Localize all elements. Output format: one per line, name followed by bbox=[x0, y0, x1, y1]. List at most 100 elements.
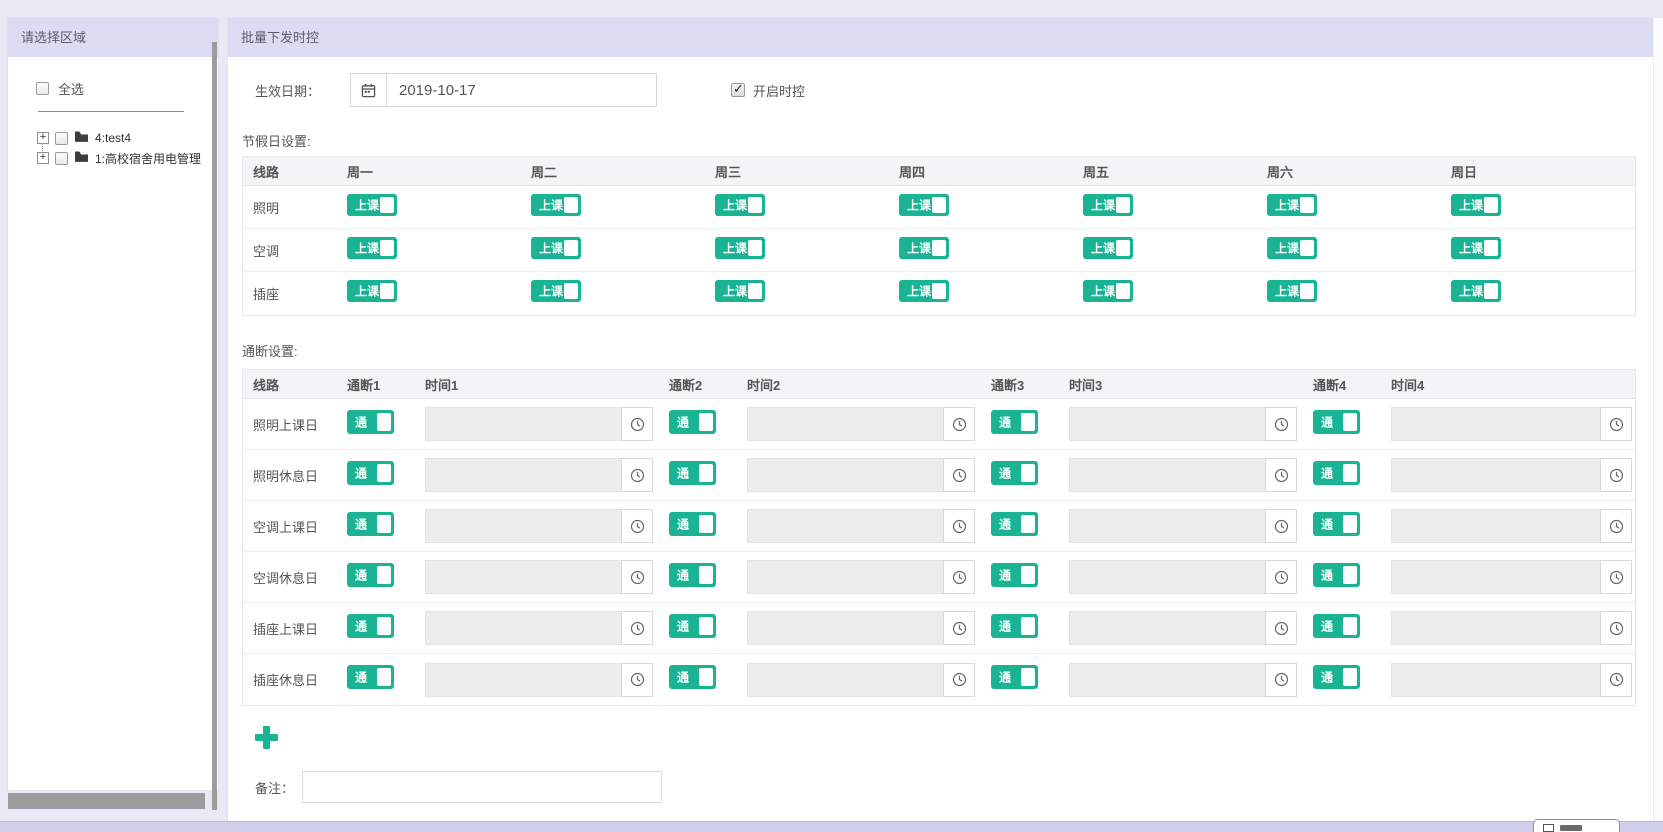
onoff-toggle[interactable]: 通 bbox=[1313, 614, 1360, 638]
onoff-toggle[interactable]: 通 bbox=[1313, 665, 1360, 689]
clock-icon[interactable] bbox=[621, 663, 653, 697]
onoff-toggle[interactable]: 通 bbox=[347, 665, 394, 689]
class-day-toggle[interactable]: 上课 bbox=[899, 280, 949, 302]
enable-time-control[interactable]: 开启时控 bbox=[731, 81, 805, 100]
clock-icon[interactable] bbox=[943, 611, 975, 645]
onoff-toggle[interactable]: 通 bbox=[669, 614, 716, 638]
time-input[interactable] bbox=[747, 458, 943, 492]
time-input[interactable] bbox=[747, 509, 943, 543]
tree-node-checkbox[interactable] bbox=[55, 132, 68, 145]
remark-input[interactable] bbox=[302, 771, 662, 803]
time-input[interactable] bbox=[747, 611, 943, 645]
time-input[interactable] bbox=[1069, 663, 1265, 697]
time-input[interactable] bbox=[1391, 458, 1600, 492]
time-input[interactable] bbox=[425, 458, 621, 492]
onoff-toggle[interactable]: 通 bbox=[991, 563, 1038, 587]
time-input[interactable] bbox=[425, 560, 621, 594]
clock-icon[interactable] bbox=[1600, 663, 1632, 697]
onoff-toggle[interactable]: 通 bbox=[669, 512, 716, 536]
clock-icon[interactable] bbox=[1600, 611, 1632, 645]
time-input[interactable] bbox=[425, 611, 621, 645]
onoff-toggle[interactable]: 通 bbox=[991, 461, 1038, 485]
class-day-toggle[interactable]: 上课 bbox=[531, 194, 581, 216]
clock-icon[interactable] bbox=[943, 509, 975, 543]
class-day-toggle[interactable]: 上课 bbox=[1083, 194, 1133, 216]
onoff-toggle[interactable]: 通 bbox=[991, 665, 1038, 689]
clock-icon[interactable] bbox=[943, 407, 975, 441]
clock-icon[interactable] bbox=[1265, 560, 1297, 594]
onoff-toggle[interactable]: 通 bbox=[669, 410, 716, 434]
class-day-toggle[interactable]: 上课 bbox=[347, 237, 397, 259]
calendar-icon[interactable] bbox=[350, 73, 386, 107]
time-input[interactable] bbox=[747, 560, 943, 594]
onoff-toggle[interactable]: 通 bbox=[1313, 461, 1360, 485]
class-day-toggle[interactable]: 上课 bbox=[1451, 237, 1501, 259]
select-all-checkbox[interactable] bbox=[36, 82, 49, 95]
class-day-toggle[interactable]: 上课 bbox=[1083, 280, 1133, 302]
class-day-toggle[interactable]: 上课 bbox=[1267, 237, 1317, 259]
sidebar-horizontal-scrollbar[interactable] bbox=[8, 793, 205, 809]
clock-icon[interactable] bbox=[943, 663, 975, 697]
time-input[interactable] bbox=[1391, 509, 1600, 543]
class-day-toggle[interactable]: 上课 bbox=[899, 194, 949, 216]
onoff-toggle[interactable]: 通 bbox=[1313, 512, 1360, 536]
clock-icon[interactable] bbox=[621, 458, 653, 492]
onoff-toggle[interactable]: 通 bbox=[991, 512, 1038, 536]
clock-icon[interactable] bbox=[1600, 560, 1632, 594]
time-input[interactable] bbox=[425, 509, 621, 543]
time-input[interactable] bbox=[425, 407, 621, 441]
tree-node-checkbox[interactable] bbox=[55, 152, 68, 165]
clock-icon[interactable] bbox=[1265, 509, 1297, 543]
onoff-toggle[interactable]: 通 bbox=[991, 410, 1038, 434]
clock-icon[interactable] bbox=[621, 611, 653, 645]
bottom-right-cutoff-widget[interactable] bbox=[1533, 819, 1620, 832]
clock-icon[interactable] bbox=[1600, 407, 1632, 441]
time-input[interactable] bbox=[747, 407, 943, 441]
onoff-toggle[interactable]: 通 bbox=[347, 461, 394, 485]
onoff-toggle[interactable]: 通 bbox=[669, 563, 716, 587]
plus-box-icon[interactable]: + bbox=[37, 132, 49, 144]
onoff-toggle[interactable]: 通 bbox=[1313, 410, 1360, 434]
time-input[interactable] bbox=[1069, 560, 1265, 594]
clock-icon[interactable] bbox=[1265, 458, 1297, 492]
class-day-toggle[interactable]: 上课 bbox=[347, 194, 397, 216]
class-day-toggle[interactable]: 上课 bbox=[715, 194, 765, 216]
effective-date-input[interactable] bbox=[386, 73, 657, 107]
time-input[interactable] bbox=[1069, 509, 1265, 543]
onoff-toggle[interactable]: 通 bbox=[347, 410, 394, 434]
class-day-toggle[interactable]: 上课 bbox=[1267, 194, 1317, 216]
time-input[interactable] bbox=[1069, 611, 1265, 645]
time-input[interactable] bbox=[747, 663, 943, 697]
time-input[interactable] bbox=[1069, 458, 1265, 492]
page-horizontal-scrollbar[interactable] bbox=[0, 821, 1663, 832]
time-input[interactable] bbox=[1391, 663, 1600, 697]
sidebar-vertical-scrollbar[interactable] bbox=[212, 42, 217, 810]
class-day-toggle[interactable]: 上课 bbox=[531, 237, 581, 259]
clock-icon[interactable] bbox=[943, 560, 975, 594]
class-day-toggle[interactable]: 上课 bbox=[899, 237, 949, 259]
class-day-toggle[interactable]: 上课 bbox=[1267, 280, 1317, 302]
clock-icon[interactable] bbox=[1265, 611, 1297, 645]
onoff-toggle[interactable]: 通 bbox=[347, 563, 394, 587]
class-day-toggle[interactable]: 上课 bbox=[715, 280, 765, 302]
onoff-toggle[interactable]: 通 bbox=[1313, 563, 1360, 587]
clock-icon[interactable] bbox=[1600, 509, 1632, 543]
time-input[interactable] bbox=[1391, 407, 1600, 441]
clock-icon[interactable] bbox=[621, 509, 653, 543]
class-day-toggle[interactable]: 上课 bbox=[1083, 237, 1133, 259]
main-vertical-scrollbar[interactable] bbox=[1653, 18, 1663, 832]
onoff-toggle[interactable]: 通 bbox=[347, 512, 394, 536]
onoff-toggle[interactable]: 通 bbox=[347, 614, 394, 638]
class-day-toggle[interactable]: 上课 bbox=[347, 280, 397, 302]
select-all[interactable]: 全选 bbox=[36, 79, 218, 98]
class-day-toggle[interactable]: 上课 bbox=[715, 237, 765, 259]
class-day-toggle[interactable]: 上课 bbox=[1451, 194, 1501, 216]
time-input[interactable] bbox=[425, 663, 621, 697]
plus-icon[interactable] bbox=[255, 726, 278, 749]
clock-icon[interactable] bbox=[1265, 663, 1297, 697]
class-day-toggle[interactable]: 上课 bbox=[1451, 280, 1501, 302]
onoff-toggle[interactable]: 通 bbox=[669, 461, 716, 485]
clock-icon[interactable] bbox=[621, 407, 653, 441]
enable-time-control-checkbox[interactable] bbox=[731, 83, 745, 97]
onoff-toggle[interactable]: 通 bbox=[991, 614, 1038, 638]
